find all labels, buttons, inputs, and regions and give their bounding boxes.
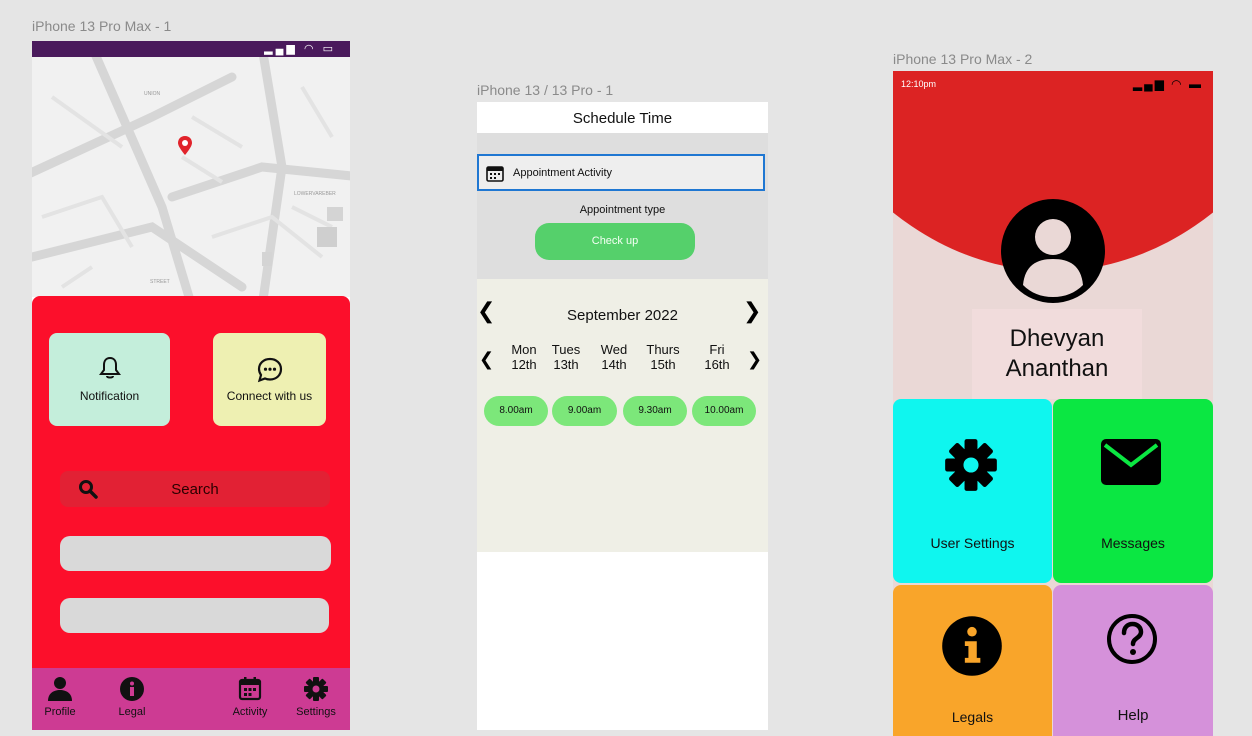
nav-activity[interactable]: Activity	[228, 676, 272, 718]
time-slot[interactable]: 10.00am	[692, 396, 756, 426]
user-settings-tile[interactable]: User Settings	[893, 399, 1052, 583]
day-name: Fri	[709, 342, 725, 357]
frame-1-label: iPhone 13 Pro Max - 1	[32, 18, 172, 34]
map-label: STREET	[150, 279, 170, 285]
map-view[interactable]: UNION LOWERVAREBER STREET	[32, 57, 350, 297]
day-fri[interactable]: Fri 16th	[697, 342, 737, 372]
gear-icon	[945, 439, 997, 491]
appointment-activity-field[interactable]: Appointment Activity	[477, 154, 765, 191]
day-mon[interactable]: Mon 12th	[507, 342, 541, 372]
nav-profile-label: Profile	[44, 706, 76, 718]
schedule-screen: Schedule Time Appointment Activity Appoi…	[477, 102, 768, 730]
home-panel: Notification Connect with us Search	[32, 296, 350, 668]
nav-legal-label: Legal	[118, 706, 146, 718]
day-date: 15th	[650, 357, 676, 372]
help-icon	[1107, 614, 1157, 664]
nav-settings[interactable]: Settings	[288, 676, 344, 718]
calendar-icon	[486, 166, 504, 182]
input-field-2[interactable]	[60, 598, 329, 633]
profile-screen: 12:10pm ▂▄▆ ◠ ▬ Dhevyan Ananthan User Se…	[893, 71, 1213, 736]
gear-icon	[304, 677, 328, 701]
day-name: Thurs	[646, 342, 680, 357]
nav-profile[interactable]: Profile	[40, 676, 80, 718]
info-icon	[942, 616, 1002, 676]
search-bar[interactable]: Search	[60, 471, 330, 507]
info-icon	[120, 677, 144, 701]
home-screen: ▂▄▆ ◠ ▭ UNION LOWERVAREBER STREET Notifi…	[32, 41, 350, 730]
notification-tile[interactable]: Notification	[49, 333, 170, 426]
appointment-type-button[interactable]: Check up	[535, 223, 695, 260]
day-name: Wed	[600, 342, 628, 357]
nav-legal[interactable]: Legal	[112, 676, 152, 718]
day-tues[interactable]: Tues 13th	[549, 342, 583, 372]
frame-2-label: iPhone 13 / 13 Pro - 1	[477, 82, 614, 98]
connect-label: Connect with us	[226, 389, 313, 403]
status-icons: ▂▄▆ ◠ ▭	[264, 43, 336, 55]
day-name: Mon	[511, 342, 537, 357]
map-label: UNION	[144, 91, 161, 97]
frame-3-label: iPhone 13 Pro Max - 2	[893, 51, 1033, 67]
legals-tile[interactable]: Legals	[893, 585, 1052, 736]
status-icons: ▂▄▆ ◠ ▬	[1132, 77, 1203, 91]
chat-bubble-icon	[257, 357, 282, 383]
time-slot[interactable]: 9.00am	[552, 396, 617, 426]
next-month-icon[interactable]: ❯	[743, 299, 761, 324]
page-title: Schedule Time	[477, 102, 768, 133]
last-name: Ananthan	[1005, 355, 1109, 382]
day-date: 12th	[511, 357, 537, 372]
map-roads-icon	[32, 57, 350, 297]
day-thurs[interactable]: Thurs 15th	[641, 342, 685, 372]
prev-week-icon[interactable]: ❮	[479, 349, 494, 370]
user-name: Dhevyan Ananthan	[972, 309, 1142, 399]
day-name: Tues	[551, 342, 581, 357]
day-wed[interactable]: Wed 14th	[597, 342, 631, 372]
calendar-section: ❮ September 2022 ❯ ❮ Mon 12th Tues 13th We…	[477, 279, 768, 552]
messages-label: Messages	[1101, 535, 1165, 551]
month-title: September 2022	[567, 307, 678, 324]
next-week-icon[interactable]: ❯	[747, 349, 762, 370]
person-icon	[48, 677, 72, 701]
appointment-activity-label: Appointment Activity	[513, 167, 613, 179]
bottom-nav: Profile Legal Activity Settings	[32, 668, 350, 730]
bell-icon	[98, 356, 121, 379]
search-label: Search	[171, 481, 219, 498]
appointment-type-label: Appointment type	[579, 204, 666, 216]
day-date: 16th	[704, 357, 730, 372]
location-pin-icon[interactable]	[177, 135, 193, 157]
day-date: 13th	[553, 357, 579, 372]
time-slot[interactable]: 8.00am	[484, 396, 548, 426]
legals-label: Legals	[951, 709, 994, 725]
avatar-icon[interactable]	[1001, 199, 1105, 303]
nav-settings-label: Settings	[296, 706, 336, 718]
nav-activity-label: Activity	[232, 706, 268, 718]
user-settings-label: User Settings	[930, 535, 1015, 551]
map-label: LOWERVAREBER	[294, 191, 336, 197]
calendar-icon	[238, 677, 262, 701]
envelope-icon	[1101, 439, 1161, 485]
status-time: 12:10pm	[901, 79, 937, 89]
day-date: 14th	[601, 357, 627, 372]
help-label: Help	[1117, 707, 1149, 724]
connect-tile[interactable]: Connect with us	[213, 333, 326, 426]
time-slot[interactable]: 9.30am	[623, 396, 687, 426]
input-field-1[interactable]	[60, 536, 331, 571]
first-name: Dhevyan	[1009, 325, 1105, 352]
help-tile[interactable]: Help	[1053, 585, 1213, 736]
notification-label: Notification	[79, 389, 140, 403]
messages-tile[interactable]: Messages	[1053, 399, 1213, 583]
status-bar: ▂▄▆ ◠ ▭	[32, 41, 350, 57]
